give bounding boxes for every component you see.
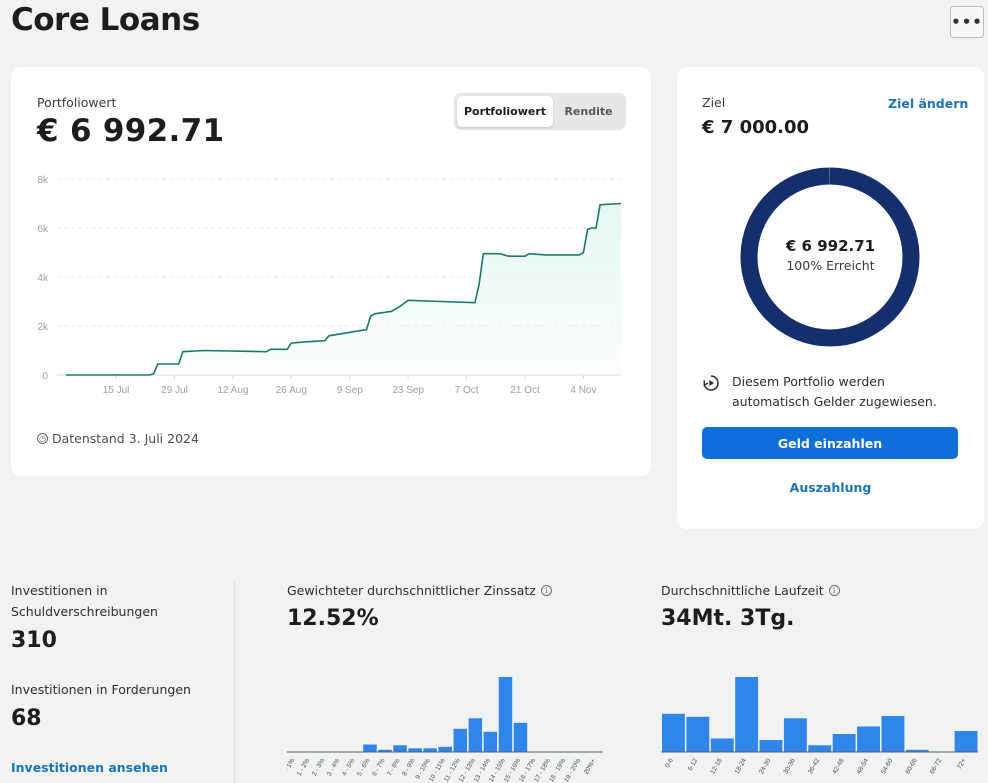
data-date: ◷ Datenstand 3. Juli 2024 (37, 431, 199, 446)
duration-tick-label: 60-66 (904, 757, 919, 775)
x-tick-label: 9 Sep (337, 385, 364, 396)
interest-bar[interactable] (483, 731, 498, 753)
x-tick-label: 4 Nov (570, 385, 596, 396)
duration-bar[interactable] (686, 716, 710, 753)
y-tick-label: 2k (37, 322, 49, 333)
interest-tick-label: 1 - 2% (296, 757, 312, 777)
y-tick-label: 0 (42, 371, 48, 382)
duration-tick-label: 54-60 (880, 757, 895, 775)
interest-rate-label: Gewichteter durchschnittlicher Zinssatz (287, 583, 536, 598)
y-tick-label: 8k (37, 175, 49, 186)
interest-rate-histogram: 0 - 1%1 - 2%2 - 3%3 - 4%4 - 5%5 - 6%6 - … (287, 677, 603, 783)
clock-icon: ◷ (37, 433, 48, 444)
duration-bar[interactable] (759, 740, 783, 752)
interest-bar[interactable] (498, 677, 513, 752)
duration-value: 34Mt. 3Tg. (661, 606, 795, 631)
duration-bar[interactable] (710, 738, 734, 753)
duration-bar[interactable] (783, 718, 807, 753)
x-tick-label: 29 Jul (161, 385, 188, 396)
duration-histogram: 0-6 6-12 12-18 18-24 24-30 30-36 36-42 42-48 48-… (661, 677, 978, 775)
interest-bar[interactable] (393, 745, 407, 753)
duration-tick-label: 72+ (956, 757, 968, 770)
interest-tick-label: 7 - 8% (386, 757, 402, 777)
goal-label: Ziel (702, 95, 726, 110)
duration-bar[interactable] (881, 716, 905, 752)
more-options-button[interactable]: ••• (950, 6, 984, 38)
duration-tick-label: 12-18 (709, 757, 724, 775)
bonds-investments-value: 310 (11, 628, 57, 653)
interest-tick-label: 20%+ (583, 757, 598, 775)
goal-value: € 7 000.00 (702, 117, 810, 138)
interest-tick-label: 5 - 6% (356, 757, 372, 777)
goal-progress-ring (740, 167, 920, 347)
goal-progress-percent: 100% Erreicht (786, 258, 875, 273)
x-tick-label: 26 Aug (276, 385, 307, 396)
claims-investments-value: 68 (11, 706, 42, 731)
change-goal-link[interactable]: Ziel ändern (888, 96, 968, 111)
duration-tick-label: 6-12 (687, 757, 700, 772)
interest-bar[interactable] (513, 722, 528, 753)
interest-tick-label: 4 - 5% (341, 757, 357, 777)
duration-bar[interactable] (832, 734, 856, 752)
duration-tick-label: 42-48 (831, 757, 846, 775)
y-tick-label: 6k (37, 224, 49, 235)
duration-bar[interactable] (662, 713, 685, 753)
portfolio-value-chart[interactable]: 0 2k 4k 6k 8k 15 Jul 29 Jul 12 Aug 26 Aug 9 Sep 23… (11, 67, 651, 407)
interest-bar[interactable] (453, 728, 468, 753)
duration-tick-label: 66-72 (929, 757, 944, 775)
duration-bar[interactable] (954, 731, 978, 752)
interest-tick-label: 3 - 4% (326, 757, 342, 777)
payout-link[interactable]: Auszahlung (677, 480, 984, 495)
duration-bar[interactable] (857, 726, 880, 753)
duration-tick-label: 30-36 (782, 757, 797, 775)
auto-invest-text: Diesem Portfolio werden automatisch Geld… (732, 374, 937, 409)
info-icon[interactable]: i (540, 585, 552, 596)
x-tick-label: 21 Oct (510, 385, 540, 396)
interest-tick-label: 2 - 3% (311, 757, 327, 777)
interest-tick-label: 8 - 9% (401, 757, 417, 777)
x-tick-label: 23 Sep (392, 385, 424, 396)
claims-investments-label: Investitionen in Forderungen (11, 682, 191, 697)
x-tick-label: 15 Jul (103, 385, 130, 396)
deposit-button[interactable]: Geld einzahlen (702, 427, 958, 459)
duration-bar[interactable] (808, 745, 832, 753)
goal-progress-amount: € 6 992.71 (785, 237, 876, 255)
interest-tick-label: 6 - 7% (371, 757, 387, 777)
portfolio-area (66, 203, 621, 375)
duration-tick-label: 24-30 (758, 757, 773, 775)
data-date-text: Datenstand 3. Juli 2024 (52, 431, 199, 446)
duration-tick-label: 0-6 (664, 757, 675, 769)
x-tick-label: 12 Aug (217, 385, 248, 396)
duration-label: Durchschnittliche Laufzeit (661, 583, 824, 598)
duration-tick-label: 36-42 (807, 757, 822, 775)
goal-card: Ziel Ziel ändern € 7 000.00 € 6 992.71 1… (677, 67, 984, 529)
x-tick-label: 7 Oct (455, 385, 479, 396)
interest-bar[interactable] (468, 718, 483, 753)
auto-invest-icon (703, 375, 719, 391)
duration-bar[interactable] (735, 677, 759, 752)
stats-divider (234, 581, 235, 783)
interest-bar[interactable] (363, 744, 377, 753)
duration-tick-label: 18-24 (734, 757, 749, 775)
info-icon[interactable]: i (828, 585, 840, 596)
auto-invest-notice: Diesem Portfolio werden automatisch Geld… (702, 372, 942, 412)
portfolio-card: Portfoliowert € 6 992.71 Portfoliowert R… (11, 67, 651, 476)
duration-heading: Durchschnittliche Laufzeit i (661, 580, 840, 601)
interest-rate-heading: Gewichteter durchschnittlicher Zinssatz … (287, 580, 552, 601)
page-title: Core Loans (11, 2, 200, 38)
interest-bar[interactable] (438, 746, 453, 753)
y-tick-label: 4k (37, 273, 49, 284)
interest-rate-value: 12.52% (287, 606, 379, 631)
view-investments-link[interactable]: Investitionen ansehen (11, 760, 168, 775)
duration-tick-label: 48-54 (856, 757, 871, 775)
bonds-investments-label: Investitionen in Schuldverschreibungen (11, 583, 158, 619)
